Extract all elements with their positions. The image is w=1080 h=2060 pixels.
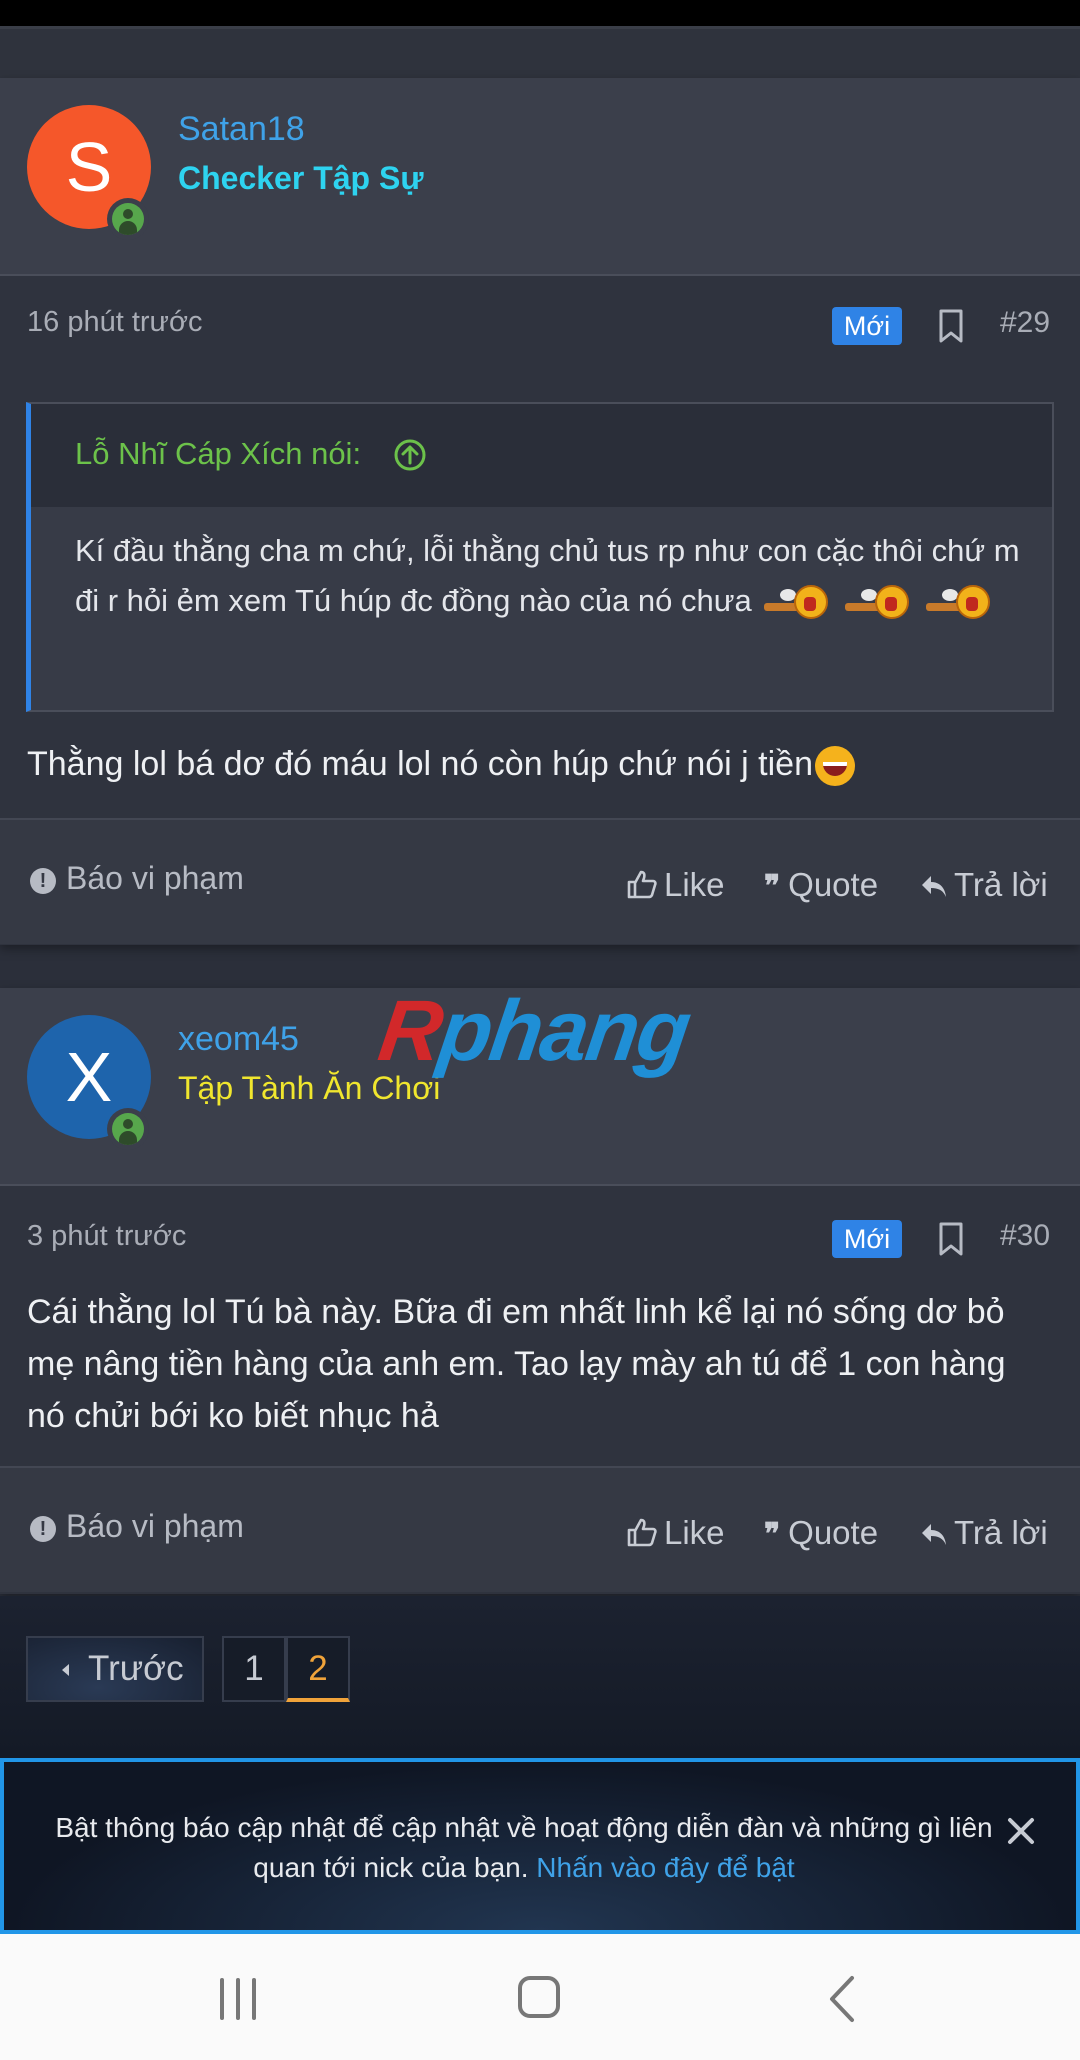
like-label: Like [664,866,725,903]
post-time[interactable]: 3 phút trước [27,1220,186,1253]
post-actions: ! Báo vi phạm Like ❞ Quote Trả lời [0,820,1080,944]
post-actions: ! Báo vi phạm Like ❞ Quote Trả lời [0,1468,1080,1592]
previous-post-edge [0,26,1080,78]
emote-icon [922,583,994,623]
online-user-icon [107,198,149,240]
page-2-button[interactable]: 2 [286,1636,350,1702]
watermark-logo: Rphang [373,983,695,1079]
like-button[interactable]: Like [626,1514,725,1552]
like-button[interactable]: Like [626,866,725,904]
post-29: S Satan18 Checker Tập Sự 16 phút trước M… [0,78,1080,945]
bookmark-icon[interactable] [938,309,964,343]
report-icon: ! [30,868,56,894]
post-header: S Satan18 Checker Tập Sự [0,78,1080,276]
enable-notifications-link[interactable]: Nhấn vào đây để bật [536,1852,794,1883]
user-title: Checker Tập Sự [178,160,424,196]
post-body: Thằng lol bá dơ đó máu lol nó còn húp ch… [27,745,814,783]
quote-label: Quote [788,866,879,903]
post-text: Thằng lol bá dơ đó máu lol nó còn húp ch… [27,738,1057,790]
post-number[interactable]: #29 [1000,306,1050,340]
quote-button[interactable]: ❞ Quote [764,866,878,904]
like-label: Like [664,1514,725,1551]
report-button[interactable]: ! Báo vi phạm [30,1508,244,1545]
report-label: Báo vi phạm [66,860,244,896]
post-number[interactable]: #30 [1000,1219,1050,1253]
username[interactable]: xeom45 [178,1020,299,1059]
arrow-up-circle-icon[interactable] [393,438,427,472]
pagination: Trước 1 2 [0,1596,1080,1758]
push-notice-banner: Bật thông báo cập nhật để cập nhật về ho… [0,1758,1080,1934]
post-text: Cái thằng lol Tú bà này. Bữa đi em nhất … [27,1293,1006,1435]
close-icon[interactable] [1004,1814,1038,1848]
quote-button[interactable]: ❞ Quote [764,1514,878,1552]
reply-icon [922,1524,946,1545]
report-button[interactable]: ! Báo vi phạm [30,860,244,897]
reply-label: Trả lời [954,866,1048,903]
emote-icon [760,583,832,623]
home-button[interactable] [518,1976,560,2018]
new-badge: Mới [832,1220,902,1258]
quote-block: Lỗ Nhĩ Cáp Xích nói: Kí đầu thằng cha m … [26,402,1054,712]
new-badge: Mới [832,307,902,345]
online-user-icon [107,1108,149,1150]
reply-button[interactable]: Trả lời [920,1514,1048,1552]
status-bar [0,0,1080,26]
prev-page-button[interactable]: Trước [26,1636,204,1702]
report-icon: ! [30,1516,56,1542]
reply-label: Trả lời [954,1514,1048,1551]
report-label: Báo vi phạm [66,1508,244,1544]
bookmark-icon[interactable] [938,1222,964,1256]
emote-icon [841,583,913,623]
quote-header: Lỗ Nhĩ Cáp Xích nói: [31,404,1052,507]
laugh-emoji-icon [815,746,856,787]
reply-button[interactable]: Trả lời [920,866,1048,904]
quote-author[interactable]: Lỗ Nhĩ Cáp Xích nói: [75,436,361,472]
quote-icon: ❞ [764,1517,781,1552]
thumbs-up-icon [627,1518,657,1547]
quote-icon: ❞ [764,869,781,904]
system-navbar [0,1934,1080,2060]
username[interactable]: Satan18 [178,110,305,149]
prev-page-label: Trước [88,1649,184,1688]
notice-text: Bật thông báo cập nhật để cập nhật về ho… [54,1808,994,1888]
back-button[interactable] [822,1974,862,2024]
post-time[interactable]: 16 phút trước [27,306,202,339]
notice-message: Bật thông báo cập nhật để cập nhật về ho… [55,1812,993,1883]
reply-icon [922,876,946,897]
recents-button[interactable] [218,1978,258,2020]
thumbs-up-icon [627,870,657,899]
chevron-left-icon [62,1664,69,1676]
quote-text: Kí đầu thằng cha m chứ, lỗi thằng chủ tu… [75,526,1035,626]
quote-label: Quote [788,1514,879,1551]
page-1-button[interactable]: 1 [222,1636,286,1702]
